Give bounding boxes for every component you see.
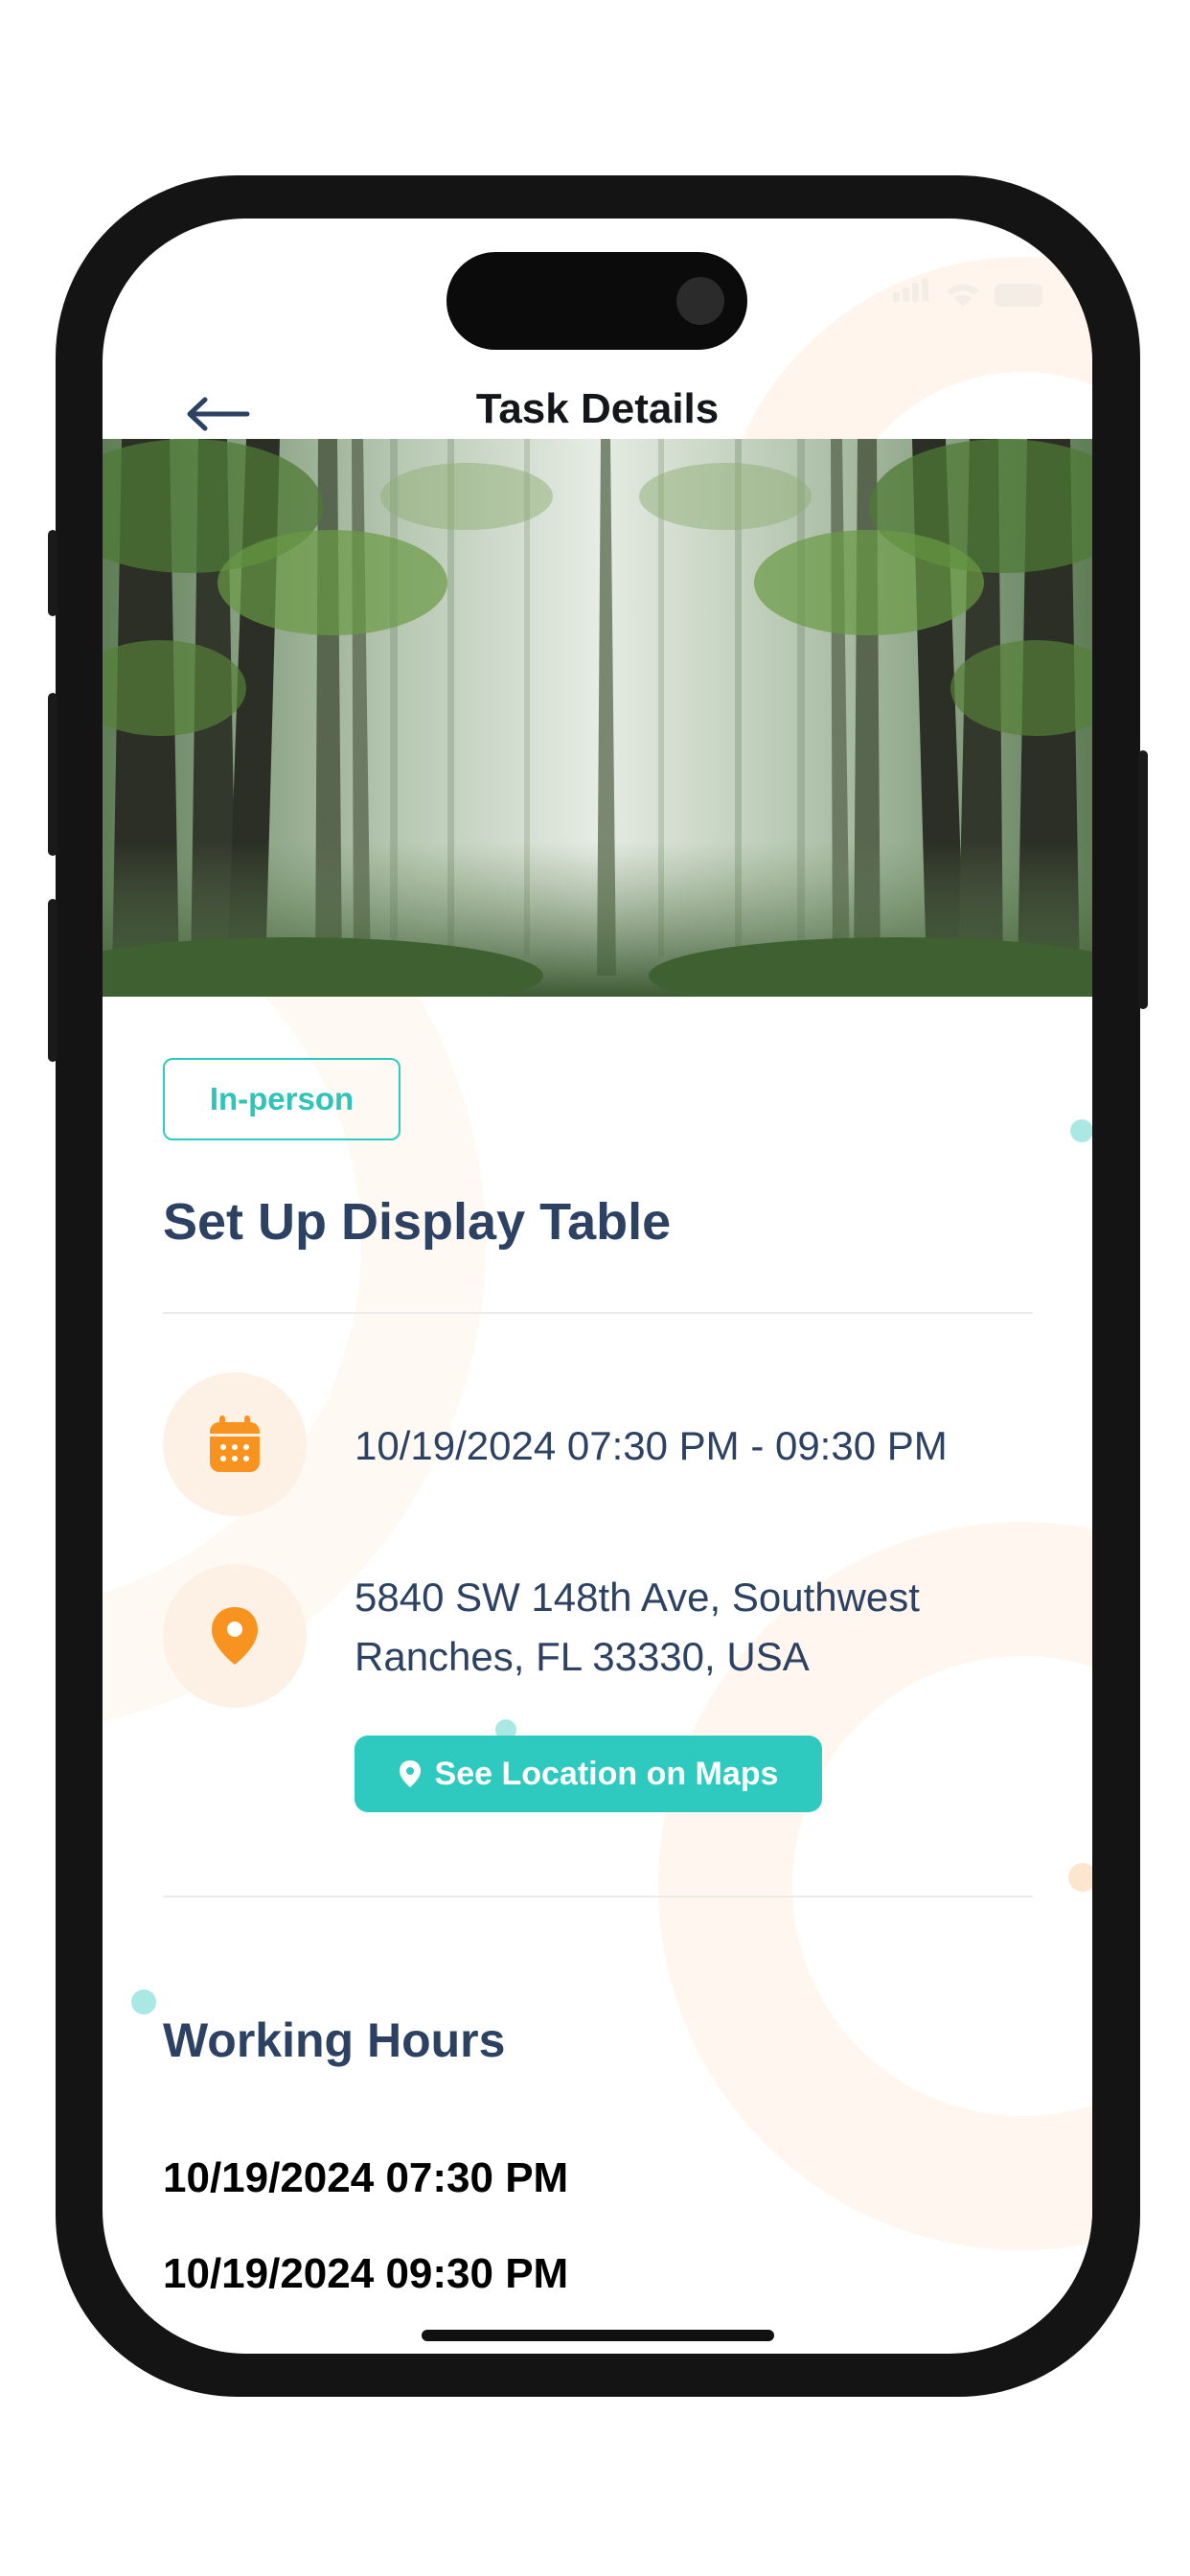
battery-icon (995, 284, 1042, 307)
location-icon-circle (163, 1564, 307, 1708)
page-title: Task Details (475, 385, 720, 432)
location-pin-icon (212, 1607, 258, 1665)
decor-dot-1 (1070, 1119, 1092, 1142)
task-title: Set Up Display Table (163, 1193, 672, 1251)
decor-dot-4 (1068, 1863, 1092, 1892)
signal-icon (893, 278, 931, 307)
task-datetime: 10/19/2024 07:30 PM - 09:30 PM (355, 1423, 948, 1468)
front-camera (676, 277, 724, 325)
app-header: Task Details (103, 353, 1092, 472)
forest-photo (103, 439, 1092, 997)
dynamic-island (446, 252, 747, 350)
date-icon-circle (163, 1372, 307, 1516)
status-bar-icons (893, 278, 1042, 307)
divider-bottom (163, 1896, 1033, 1898)
wifi-icon (947, 284, 979, 307)
volume-up-button (48, 693, 57, 856)
address-line-1: 5840 SW 148th Ave, Southwest (355, 1575, 920, 1620)
action-button (48, 530, 57, 616)
address-line-2: Ranches, FL 33330, USA (355, 1634, 810, 1679)
power-button (1138, 750, 1148, 1009)
working-hours-start: 10/19/2024 07:30 PM (163, 2154, 569, 2201)
volume-down-button (48, 899, 57, 1062)
decor-dot-3 (131, 1990, 156, 2014)
see-location-on-maps-button[interactable]: See Location on Maps (355, 1736, 822, 1812)
task-type-badge: In-person (163, 1058, 400, 1140)
home-indicator[interactable] (422, 2330, 774, 2341)
maps-button-label: See Location on Maps (434, 1755, 779, 1792)
map-pin-small-icon (399, 1760, 421, 1787)
app-screen: Task Details In-person Set Up Display Ta… (103, 218, 1092, 2354)
working-hours-title: Working Hours (163, 2013, 506, 2067)
task-hero-image (103, 439, 1092, 997)
task-address: 5840 SW 148th Ave, Southwest Ranches, FL… (355, 1568, 920, 1687)
working-hours-end: 10/19/2024 09:30 PM (163, 2250, 569, 2297)
calendar-icon (210, 1415, 260, 1472)
divider-top (163, 1312, 1033, 1314)
